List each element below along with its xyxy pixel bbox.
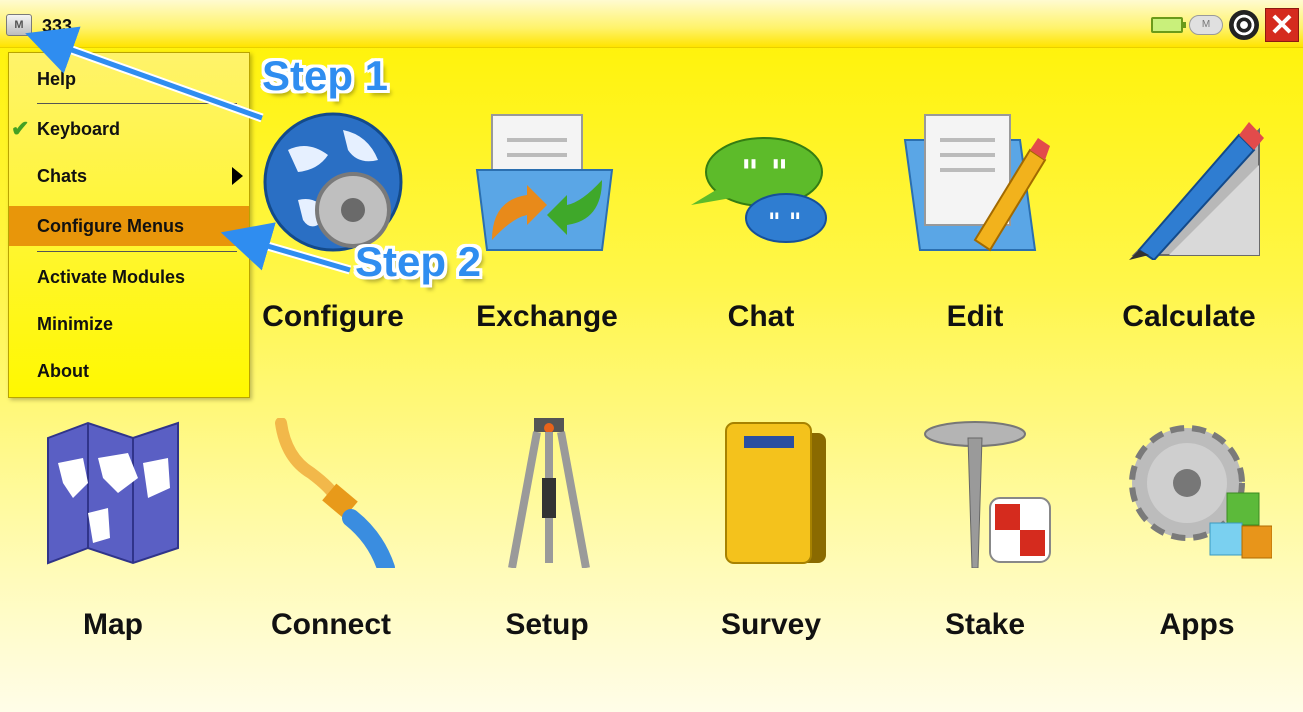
menu-item-minimize[interactable]: Minimize xyxy=(9,304,249,344)
tile-edit[interactable]: Edit xyxy=(880,110,1070,350)
tile-apps[interactable]: Apps xyxy=(1102,418,1292,658)
menu-item-about[interactable]: About xyxy=(9,351,249,391)
tile-exchange[interactable]: Exchange xyxy=(452,110,642,350)
survey-stake-icon xyxy=(924,421,1051,568)
menu-item-label: Chats xyxy=(37,166,88,186)
job-title: 333 xyxy=(42,16,73,36)
tile-label: Apps xyxy=(1159,608,1235,641)
menu-separator xyxy=(37,251,237,252)
menu-item-configure-menus[interactable]: Configure Menus xyxy=(9,206,249,246)
step-2-annotation: Step 2 xyxy=(355,238,482,285)
tile-label: Setup xyxy=(505,608,589,641)
chat-bubbles-icon: " " " " xyxy=(691,137,827,243)
tile-label: Calculate xyxy=(1122,300,1256,333)
close-icon[interactable]: ✕ xyxy=(1265,8,1299,42)
tripod-icon xyxy=(508,418,590,568)
menu-item-label: Activate Modules xyxy=(37,267,186,287)
menu-item-help[interactable]: Help xyxy=(9,59,249,99)
gear-blocks-icon xyxy=(1129,425,1272,559)
tile-setup[interactable]: Setup xyxy=(452,418,642,658)
field-book-icon xyxy=(725,422,826,564)
title-bar: M 333 M ✕ xyxy=(0,0,1303,48)
folder-pencil-icon xyxy=(903,114,1050,252)
tile-label: Connect xyxy=(271,608,391,641)
tile-label: Stake xyxy=(944,608,1026,641)
step-1-annotation: Step 1 xyxy=(262,52,389,99)
tile-label: Edit xyxy=(946,300,1004,333)
tile-label: Configure xyxy=(262,300,404,333)
tile-label: Exchange xyxy=(476,300,618,333)
pencil-ruler-icon xyxy=(1129,122,1264,260)
cloud-icon[interactable]: M xyxy=(1189,15,1223,35)
tile-stake[interactable]: Stake xyxy=(890,418,1080,658)
tile-map[interactable]: Map xyxy=(18,418,208,658)
submenu-arrow-icon xyxy=(232,167,243,185)
svg-text:" ": " " xyxy=(741,153,788,193)
cable-icon xyxy=(275,418,395,568)
check-icon: ✔ xyxy=(11,116,30,141)
tile-label: Map xyxy=(83,608,143,641)
folder-exchange-icon xyxy=(475,114,614,251)
menu-item-label: Configure Menus xyxy=(37,216,184,236)
tile-calculate[interactable]: Calculate xyxy=(1094,110,1284,350)
battery-icon xyxy=(1151,17,1186,33)
menu-item-activate-modules[interactable]: Activate Modules xyxy=(9,257,249,297)
menu-separator xyxy=(37,103,237,104)
main-menu-button[interactable]: M xyxy=(6,14,32,36)
target-icon[interactable] xyxy=(1229,10,1259,40)
tile-label: Survey xyxy=(720,608,822,641)
menu-item-label: About xyxy=(37,361,89,381)
menu-item-label: Keyboard xyxy=(37,119,121,139)
menu-item-label: Help xyxy=(37,69,77,89)
tile-survey[interactable]: Survey xyxy=(676,418,866,658)
tile-label: Chat xyxy=(727,300,795,333)
menu-item-chats[interactable]: Chats xyxy=(9,156,249,196)
svg-text:" ": " " xyxy=(768,208,801,236)
system-tray: M ✕ xyxy=(1151,8,1299,42)
tile-connect[interactable]: Connect xyxy=(236,418,426,658)
tile-chat[interactable]: " " " " Chat xyxy=(666,110,856,350)
main-menu-dropdown: Help ✔ Keyboard Chats Configure Menus Ac… xyxy=(8,52,250,398)
world-map-icon xyxy=(47,421,179,565)
menu-item-keyboard[interactable]: ✔ Keyboard xyxy=(9,109,249,149)
tile-configure[interactable]: Configure xyxy=(238,110,428,350)
menu-item-label: Minimize xyxy=(37,314,114,334)
